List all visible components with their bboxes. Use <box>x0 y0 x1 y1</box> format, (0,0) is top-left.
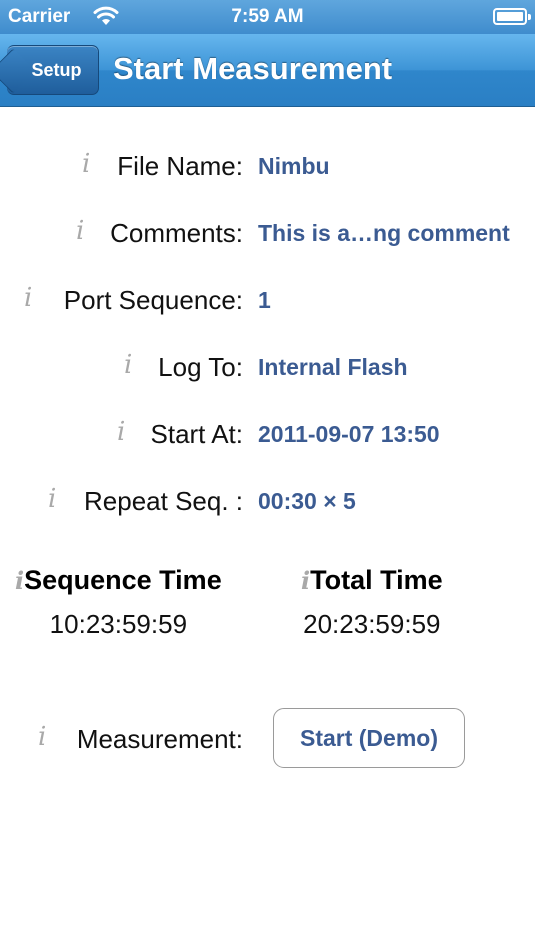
info-icon[interactable]: i <box>301 566 310 595</box>
page-title: Start Measurement <box>113 51 393 86</box>
status-time: 7:59 AM <box>231 6 304 27</box>
battery-icon <box>493 8 531 25</box>
total-time-title: Total Time <box>310 565 443 595</box>
info-icon[interactable]: i <box>82 149 90 179</box>
field-label: Comments: <box>110 218 243 248</box>
battery-level <box>497 12 523 21</box>
start-demo-button[interactable]: Start (Demo) <box>273 708 465 768</box>
field-value-repeat-seq[interactable]: 00:30 × 5 <box>258 488 356 515</box>
navigation-bar: Setup Start Measurement <box>0 34 535 107</box>
field-row-comments: i Comments: This is a…ng comment <box>0 212 535 252</box>
measurement-label: Measurement: <box>76 724 243 754</box>
info-icon[interactable]: i <box>15 566 24 595</box>
info-icon[interactable]: i <box>124 350 132 380</box>
status-bar: Carrier 7:59 AM <box>0 0 535 34</box>
back-button-label: Setup <box>31 59 82 80</box>
total-time-block: iTotal Time 20:23:59:59 <box>301 565 443 640</box>
field-row-file-name: i File Name: Nimbu <box>0 145 535 185</box>
sequence-time-block: iSequence Time 10:23:59:59 <box>15 565 222 640</box>
field-label: Port Sequence: <box>63 285 243 315</box>
sequence-time-value: 10:23:59:59 <box>49 609 188 639</box>
sequence-time-title: Sequence Time <box>24 565 222 595</box>
field-value-log-to[interactable]: Internal Flash <box>258 354 408 381</box>
field-label: Repeat Seq. : <box>84 486 243 516</box>
info-icon[interactable]: i <box>117 417 125 447</box>
field-row-start-at: i Start At: 2011-09-07 13:50 <box>0 413 535 453</box>
info-icon[interactable]: i <box>24 283 32 313</box>
back-arrow-shape <box>0 48 36 94</box>
info-icon[interactable]: i <box>48 484 56 514</box>
info-icon[interactable]: i <box>76 216 84 246</box>
field-row-log-to: i Log To: Internal Flash <box>0 346 535 386</box>
field-value-port-sequence[interactable]: 1 <box>258 287 271 314</box>
info-icon[interactable]: i <box>38 722 46 752</box>
total-time-value: 20:23:59:59 <box>303 609 441 639</box>
field-value-start-at[interactable]: 2011-09-07 13:50 <box>258 421 440 448</box>
field-value-file-name[interactable]: Nimbu <box>258 153 330 180</box>
back-button[interactable]: Setup <box>0 45 99 95</box>
field-value-comments[interactable]: This is a…ng comment <box>258 220 510 247</box>
field-row-port-sequence: i Port Sequence: 1 <box>0 279 535 319</box>
field-row-repeat-seq: i Repeat Seq. : 00:30 × 5 <box>0 480 535 520</box>
field-label: Log To: <box>158 352 243 382</box>
field-label: File Name: <box>117 151 243 181</box>
field-label: Start At: <box>150 419 244 449</box>
